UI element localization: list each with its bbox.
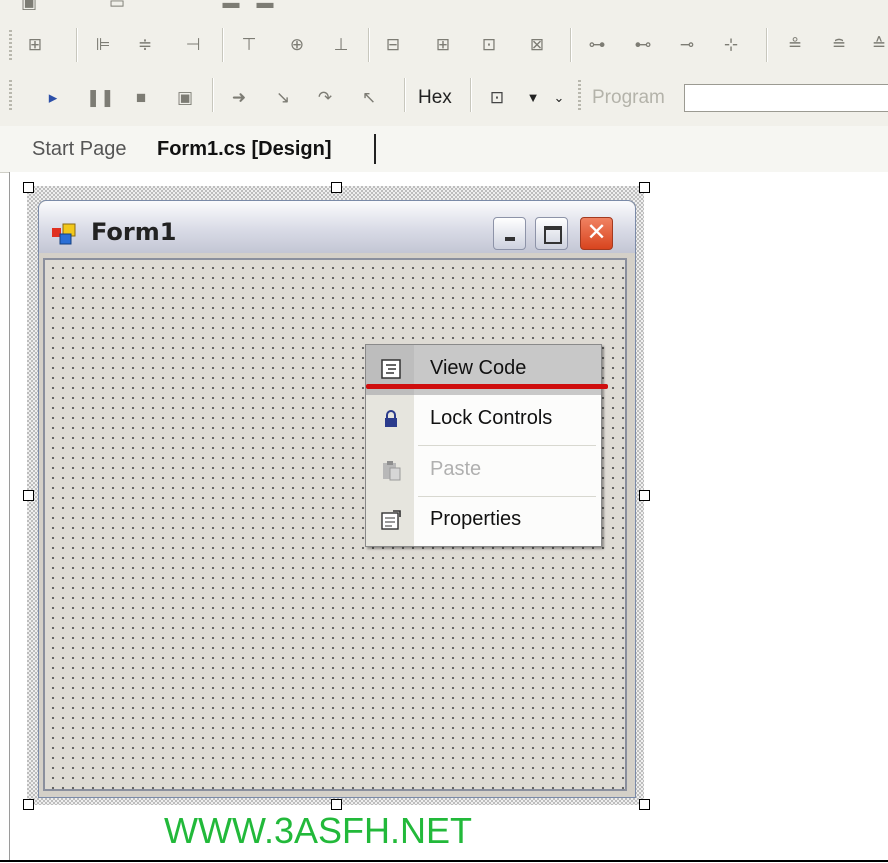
toolbar-options-icon[interactable]: ⌄ [548, 87, 570, 109]
menu-item-label: Lock Controls [430, 407, 553, 429]
minimize-button[interactable] [493, 217, 526, 250]
pause-icon[interactable]: ❚❚ [86, 87, 115, 109]
surface-border [9, 172, 10, 862]
size-to-grid-icon[interactable]: ⊡ [478, 34, 500, 56]
hex-button[interactable]: Hex [418, 87, 452, 109]
align-rights-icon[interactable]: ⊣ [182, 34, 204, 56]
toolbar-icon[interactable]: ▭ [106, 0, 128, 14]
restart-icon[interactable]: ▣ [174, 87, 196, 109]
toolbar-separator [212, 78, 214, 112]
show-next-statement-icon[interactable]: ➜ [228, 87, 250, 109]
align-middles-icon[interactable]: ⊕ [286, 34, 308, 56]
align-bottoms-icon[interactable]: ⊥ [330, 34, 352, 56]
resize-handle-right[interactable] [639, 490, 650, 501]
tab-divider [374, 134, 376, 164]
menu-item-properties[interactable]: Properties [366, 496, 601, 546]
align-to-grid-icon[interactable]: ⊞ [24, 34, 46, 56]
document-tabs: Start Page Form1.cs [Design] [0, 126, 888, 173]
toolbar-separator [404, 78, 406, 112]
resize-handle-bottom-right[interactable] [639, 799, 650, 810]
toolbar-separator [470, 78, 472, 112]
form-icon [52, 223, 76, 245]
vertical-spacing-icon[interactable]: ≗ [784, 34, 806, 56]
context-menu: View Code Lock Controls Paste Properties [365, 344, 602, 547]
start-icon[interactable]: ▸ [42, 87, 64, 109]
toolbar-grip[interactable] [9, 80, 12, 110]
debug-toolbar: ▸ ❚❚ ■ ▣ ➜ ↘ ↷ ↖ Hex ⊡ ▼ ⌄ Program [0, 70, 888, 127]
lock-icon [385, 410, 397, 427]
maximize-button[interactable] [535, 217, 568, 250]
toolbar-separator [570, 28, 572, 62]
resize-handle-top[interactable] [331, 182, 342, 193]
standard-toolbar: ▣ ▭ ▬ ▬ [0, 0, 888, 21]
form-title: Form1 [91, 218, 177, 246]
menu-item-lock-controls[interactable]: Lock Controls [366, 395, 601, 445]
stop-icon[interactable]: ■ [130, 87, 152, 109]
menu-item-paste[interactable]: Paste [366, 446, 601, 496]
horizontal-spacing-icon[interactable]: ⊶ [586, 34, 608, 56]
toolbar-grip[interactable] [9, 30, 12, 60]
bottom-border [0, 860, 888, 862]
step-over-icon[interactable]: ↷ [314, 87, 336, 109]
resize-handle-bottom-left[interactable] [23, 799, 34, 810]
menu-item-label: Paste [430, 458, 482, 480]
program-combobox[interactable] [684, 84, 888, 112]
resize-handle-top-left[interactable] [23, 182, 34, 193]
align-lefts-icon[interactable]: ⊫ [92, 34, 114, 56]
close-icon: ✕ [586, 219, 607, 246]
toolbar-icon[interactable]: ▬ [254, 0, 276, 14]
menu-item-label: View Code [430, 357, 527, 379]
toolbar-separator [766, 28, 768, 62]
resize-handle-left[interactable] [23, 490, 34, 501]
make-same-width-icon[interactable]: ⊟ [382, 34, 404, 56]
decrease-horizontal-spacing-icon[interactable]: ⊸ [676, 34, 698, 56]
decrease-vertical-spacing-icon[interactable]: ≙ [868, 34, 888, 56]
breakpoints-icon[interactable]: ⊡ [486, 87, 508, 109]
align-tops-icon[interactable]: ⊤ [238, 34, 260, 56]
increase-vertical-spacing-icon[interactable]: ≘ [828, 34, 850, 56]
close-button[interactable]: ✕ [580, 217, 613, 250]
view-code-icon [381, 359, 401, 379]
step-into-icon[interactable]: ↘ [272, 87, 294, 109]
resize-handle-bottom[interactable] [331, 799, 342, 810]
resize-handle-top-right[interactable] [639, 182, 650, 193]
make-same-size-icon[interactable]: ⊞ [432, 34, 454, 56]
properties-icon [381, 510, 401, 530]
toolbar-icon[interactable]: ▬ [220, 0, 242, 14]
toolbar-separator [76, 28, 78, 62]
toolbar-separator [368, 28, 370, 62]
toolbar-icon[interactable]: ▣ [18, 0, 40, 14]
remove-horizontal-spacing-icon[interactable]: ⊹ [720, 34, 742, 56]
layout-toolbar: ⊞ ⊫ ≑ ⊣ ⊤ ⊕ ⊥ ⊟ ⊞ ⊡ ⊠ ⊶ ⊷ ⊸ ⊹ ≗ ≘ ≙ [0, 20, 888, 71]
annotation-underline [366, 384, 608, 389]
align-centers-icon[interactable]: ≑ [134, 34, 156, 56]
step-out-icon[interactable]: ↖ [358, 87, 380, 109]
watermark-text: WWW.3ASFH.NET [164, 810, 472, 851]
program-label: Program [592, 87, 665, 108]
form-titlebar[interactable]: Form1 ✕ [39, 201, 635, 253]
increase-horizontal-spacing-icon[interactable]: ⊷ [632, 34, 654, 56]
menu-item-label: Properties [430, 508, 522, 530]
toolbar-grip[interactable] [578, 80, 581, 110]
toolbar-separator [222, 28, 224, 62]
paste-icon [383, 461, 401, 481]
make-same-height-icon[interactable]: ⊠ [526, 34, 548, 56]
tab-form1-design[interactable]: Form1.cs [Design] [157, 138, 331, 161]
tab-start-page[interactable]: Start Page [32, 138, 127, 161]
dropdown-arrow-icon[interactable]: ▼ [522, 87, 544, 109]
